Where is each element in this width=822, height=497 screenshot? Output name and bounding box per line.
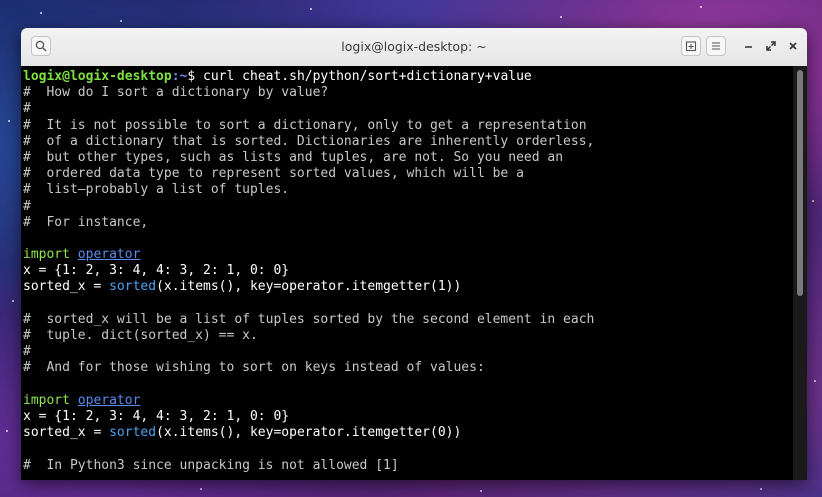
sorted-function: sorted	[109, 279, 157, 295]
close-icon	[789, 42, 797, 50]
prompt-path: :~	[171, 69, 188, 84]
sorted-rhs: (x.items(), key=operator.itemgetter(1))	[156, 279, 462, 295]
code-import-line: import operator	[21, 393, 793, 409]
close-button[interactable]	[785, 38, 801, 54]
minimize-button[interactable]	[741, 38, 757, 54]
prompt-symbol: $	[187, 69, 204, 84]
code-sorted-line: sorted_x = sorted(x.items(), key=operato…	[21, 425, 793, 441]
module-name: operator	[77, 247, 141, 263]
title-bar: logix@logix-desktop: ~	[21, 28, 807, 67]
menu-button[interactable]	[706, 36, 726, 56]
hamburger-menu-icon	[712, 42, 720, 50]
import-keyword: import	[23, 392, 70, 408]
code-import-line: import operator	[21, 247, 793, 263]
output-line: # list—probably a list of tuples.	[23, 182, 290, 198]
terminal-output[interactable]: logix@logix-desktop:~$ curl cheat.sh/pyt…	[21, 66, 793, 480]
maximize-button[interactable]	[763, 38, 779, 54]
minimize-icon	[745, 46, 752, 48]
output-line: # And for those wishing to sort on keys …	[23, 360, 485, 376]
new-tab-icon	[685, 41, 697, 52]
prompt-command: curl cheat.sh/python/sort+dictionary+val…	[203, 69, 532, 84]
output-line: # but other types, such as lists and tup…	[23, 149, 564, 165]
scrollbar-thumb[interactable]	[797, 70, 803, 296]
output-line: # How do I sort a dictionary by value?	[23, 85, 329, 101]
output-line: # ordered data type to represent sorted …	[23, 166, 524, 182]
sorted-function: sorted	[109, 425, 157, 441]
output-line: # of a dictionary that is sorted. Dictio…	[23, 133, 595, 149]
import-keyword: import	[23, 247, 70, 263]
prompt-user-host: logix@logix-desktop	[23, 69, 172, 84]
maximize-icon	[766, 41, 776, 51]
new-tab-button[interactable]	[681, 36, 701, 56]
module-name: operator	[77, 392, 141, 408]
code-sorted-line: sorted_x = sorted(x.items(), key=operato…	[21, 279, 793, 295]
sorted-rhs: (x.items(), key=operator.itemgetter(0))	[156, 425, 462, 441]
prompt-line: logix@logix-desktop:~$ curl cheat.sh/pyt…	[21, 69, 793, 85]
terminal-window: logix@logix-desktop: ~ logix@logix-deskt…	[21, 28, 807, 480]
output-line: #	[23, 344, 31, 360]
code-assign-line: x = {1: 2, 3: 4, 4: 3, 2: 1, 0: 0}	[23, 263, 290, 279]
output-line: #	[23, 101, 31, 117]
sorted-lhs: sorted_x =	[23, 425, 110, 441]
scrollbar[interactable]	[793, 66, 807, 480]
output-line: # For instance,	[23, 214, 149, 230]
code-assign-line: x = {1: 2, 3: 4, 4: 3, 2: 1, 0: 0}	[23, 408, 290, 424]
output-line: # tuple. dict(sorted_x) == x.	[23, 328, 258, 343]
output-line: # In Python3 since unpacking is not allo…	[23, 457, 399, 473]
sorted-lhs: sorted_x =	[23, 279, 110, 295]
output-line: # sorted_x will be a list of tuples sort…	[23, 311, 595, 327]
output-line: #	[23, 198, 31, 214]
output-line: # It is not possible to sort a dictionar…	[23, 117, 587, 133]
